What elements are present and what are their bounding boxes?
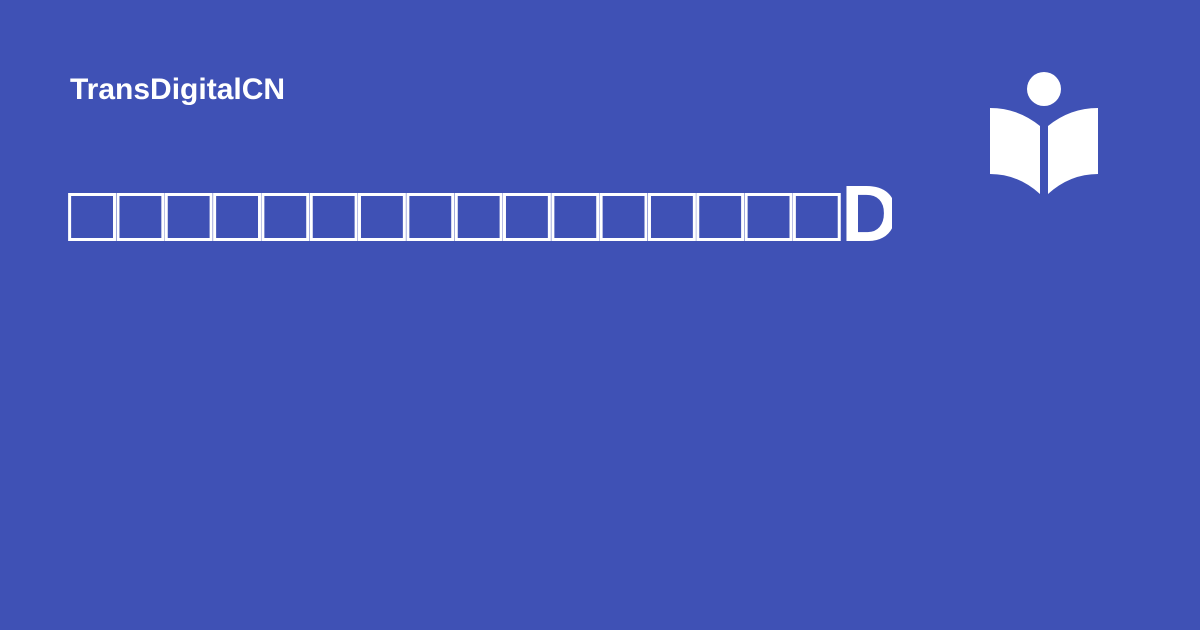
page-title: □□□□□□□□□□□□□□□□DSM-5_□ (68, 172, 892, 256)
reader-book-icon (990, 72, 1098, 194)
site-name: TransDigitalCN (70, 73, 286, 106)
